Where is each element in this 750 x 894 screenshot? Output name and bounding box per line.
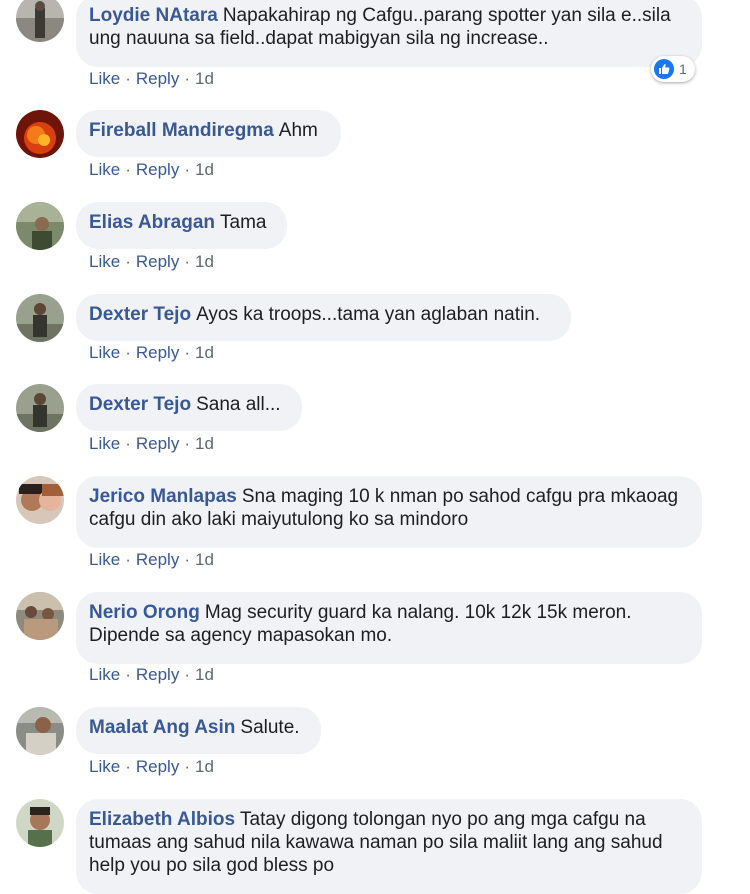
comment-author[interactable]: Elias Abragan [89, 212, 215, 233]
avatar-photo [16, 110, 64, 158]
separator: · [184, 434, 190, 453]
separator: · [184, 252, 190, 271]
comment-bubble: Jerico Manlapas Sna maging 10 k nman po s… [76, 476, 702, 548]
timestamp[interactable]: 1d [195, 757, 214, 777]
comment-bubble: Elizabeth Albios Tatay digong tolongan ny… [76, 799, 702, 894]
comment-bubble: Nerio Orong Mag security guard ka nalang.… [76, 592, 702, 664]
like-link[interactable]: Like [89, 160, 120, 180]
separator: · [125, 252, 131, 271]
comment-author[interactable]: Elizabeth Albios [89, 809, 235, 830]
like-link[interactable]: Like [89, 757, 120, 777]
comment-actions: Like · Reply · 1d [89, 252, 214, 272]
avatar[interactable] [16, 384, 64, 432]
separator: · [125, 434, 131, 453]
comment-author[interactable]: Fireball Mandiregma [89, 120, 274, 141]
separator: · [125, 757, 131, 776]
timestamp[interactable]: 1d [195, 665, 214, 685]
separator: · [184, 69, 190, 88]
reply-link[interactable]: Reply [136, 665, 179, 685]
comment-actions: Like · Reply · 1d [89, 665, 214, 685]
comment-actions: Like · Reply · 1d [89, 550, 214, 570]
avatar-photo [16, 294, 64, 342]
comment-bubble: Maalat Ang Asin Salute. [76, 707, 321, 754]
separator: · [184, 757, 190, 776]
comment-actions: Like · Reply · 1d [89, 757, 214, 777]
avatar[interactable] [16, 110, 64, 158]
comment-text: Sana all... [196, 394, 281, 415]
reply-link[interactable]: Reply [136, 69, 179, 89]
comment-actions: Like · Reply · 1d [89, 343, 214, 363]
separator: · [125, 160, 131, 179]
comment-text: Ahm [278, 120, 318, 141]
comment-actions: Like · Reply · 1d [89, 69, 214, 89]
comment-author[interactable]: Loydie NAtara [89, 5, 218, 26]
timestamp[interactable]: 1d [195, 252, 214, 272]
reaction-count: 1 [679, 61, 687, 77]
separator: · [184, 160, 190, 179]
like-link[interactable]: Like [89, 550, 120, 570]
comment-author[interactable]: Dexter Tejo [89, 304, 191, 325]
comment-author[interactable]: Nerio Orong [89, 602, 200, 623]
timestamp[interactable]: 1d [195, 550, 214, 570]
reaction-count-badge[interactable]: 1 [651, 56, 695, 82]
timestamp[interactable]: 1d [195, 343, 214, 363]
avatar[interactable] [16, 592, 64, 640]
like-link[interactable]: Like [89, 252, 120, 272]
timestamp[interactable]: 1d [195, 160, 214, 180]
separator: · [125, 550, 131, 569]
avatar-photo [16, 0, 64, 42]
comment-text: Tama [220, 212, 267, 233]
comment-text: Salute. [240, 717, 300, 738]
comment-bubble: Dexter Tejo Sana all... [76, 384, 302, 431]
like-link[interactable]: Like [89, 665, 120, 685]
separator: · [125, 69, 131, 88]
reply-link[interactable]: Reply [136, 550, 179, 570]
comment-bubble: Fireball Mandiregma Ahm [76, 110, 341, 157]
comment-bubble: Loydie NAtara Napakahirap ng Cafgu..paran… [76, 0, 702, 67]
separator: · [125, 343, 131, 362]
separator: · [184, 550, 190, 569]
like-link[interactable]: Like [89, 69, 120, 89]
comment-bubble: Dexter Tejo Ayos ka troops...tama yan agl… [76, 294, 571, 341]
comment-author[interactable]: Jerico Manlapas [89, 486, 237, 507]
separator: · [184, 343, 190, 362]
avatar-photo [16, 707, 64, 755]
avatar-photo [16, 799, 64, 847]
separator: · [184, 665, 190, 684]
like-link[interactable]: Like [89, 343, 120, 363]
reply-link[interactable]: Reply [136, 160, 179, 180]
timestamp[interactable]: 1d [195, 69, 214, 89]
reply-link[interactable]: Reply [136, 343, 179, 363]
avatar[interactable] [16, 476, 64, 524]
avatar-photo [16, 476, 64, 524]
comment-author[interactable]: Dexter Tejo [89, 394, 191, 415]
avatar-photo [16, 202, 64, 250]
separator: · [125, 665, 131, 684]
avatar[interactable] [16, 707, 64, 755]
timestamp[interactable]: 1d [195, 434, 214, 454]
comment-bubble: Elias Abragan Tama [76, 202, 287, 249]
comment-text: Ayos ka troops...tama yan aglaban natin. [196, 304, 541, 325]
comment-actions: Like · Reply · 1d [89, 434, 214, 454]
thumbs-up-icon [654, 59, 674, 79]
avatar[interactable] [16, 294, 64, 342]
like-link[interactable]: Like [89, 434, 120, 454]
avatar[interactable] [16, 202, 64, 250]
comment-actions: Like · Reply · 1d [89, 160, 214, 180]
avatar-photo [16, 592, 64, 640]
avatar[interactable] [16, 0, 64, 42]
reply-link[interactable]: Reply [136, 434, 179, 454]
comment-author[interactable]: Maalat Ang Asin [89, 717, 235, 738]
avatar-photo [16, 384, 64, 432]
reply-link[interactable]: Reply [136, 252, 179, 272]
avatar[interactable] [16, 799, 64, 847]
reply-link[interactable]: Reply [136, 757, 179, 777]
